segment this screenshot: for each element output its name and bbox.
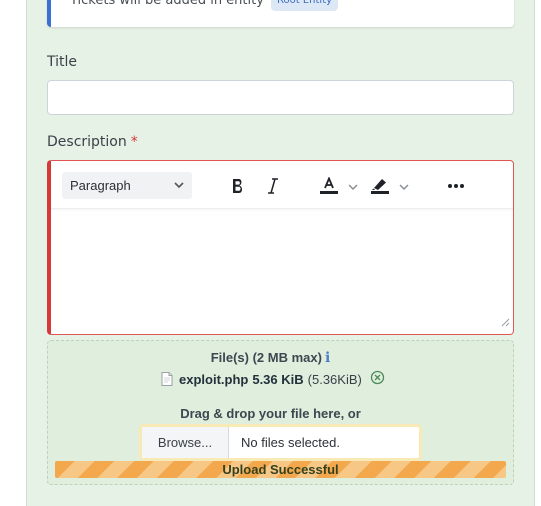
file-size: 5.36 KiB [252,371,304,387]
more-button[interactable] [444,173,468,199]
file-size-exact: (5.36KiB) [307,371,362,387]
highlight-chevron-icon[interactable] [398,178,410,197]
resize-handle-icon[interactable] [500,312,510,331]
highlight-button[interactable] [368,173,392,199]
file-icon [161,372,173,386]
more-icon [447,183,465,189]
bold-icon [231,178,245,194]
chevron-down-icon [172,172,186,208]
editor-toolbar: Paragraph [51,161,513,209]
text-color-chevron-icon[interactable] [347,178,359,197]
format-select[interactable]: Paragraph [62,172,192,199]
italic-icon [267,178,279,194]
description-editor[interactable]: Paragraph [47,160,514,335]
text-color-button[interactable] [317,173,341,199]
entity-badge[interactable]: Root Entity [271,0,339,11]
text-color-icon [319,177,339,195]
uploaded-file-row: exploit.php 5.36 KiB (5.36KiB) [161,370,385,388]
bold-button[interactable] [226,173,250,199]
files-title-text: File(s) (2 MB max) [210,350,322,365]
description-label: Description * [47,134,138,150]
required-mark: * [130,134,138,150]
italic-button[interactable] [261,173,285,199]
no-files-text: No files selected. [241,435,340,450]
upload-status-label: Upload Successful [222,462,339,477]
drag-drop-text: Drag & drop your file here, or [180,406,361,421]
remove-file-icon[interactable] [370,370,385,388]
title-label-text: Title [47,54,78,70]
browse-button[interactable]: Browse... [142,427,229,458]
files-title: File(s) (2 MB max) ℹ [0,349,541,366]
info-icon[interactable]: ℹ [325,349,330,365]
upload-progress-bar: Upload Successful [55,461,506,478]
description-label-text: Description [47,134,127,150]
title-input[interactable] [47,80,514,115]
file-input[interactable]: Browse... No files selected. [139,424,422,461]
file-name[interactable]: exploit.php [179,372,248,387]
format-select-value: Paragraph [70,178,131,193]
entity-info-text: Tickets will be added in entity [70,0,264,8]
title-label: Title [47,54,77,70]
highlight-icon [370,177,390,195]
